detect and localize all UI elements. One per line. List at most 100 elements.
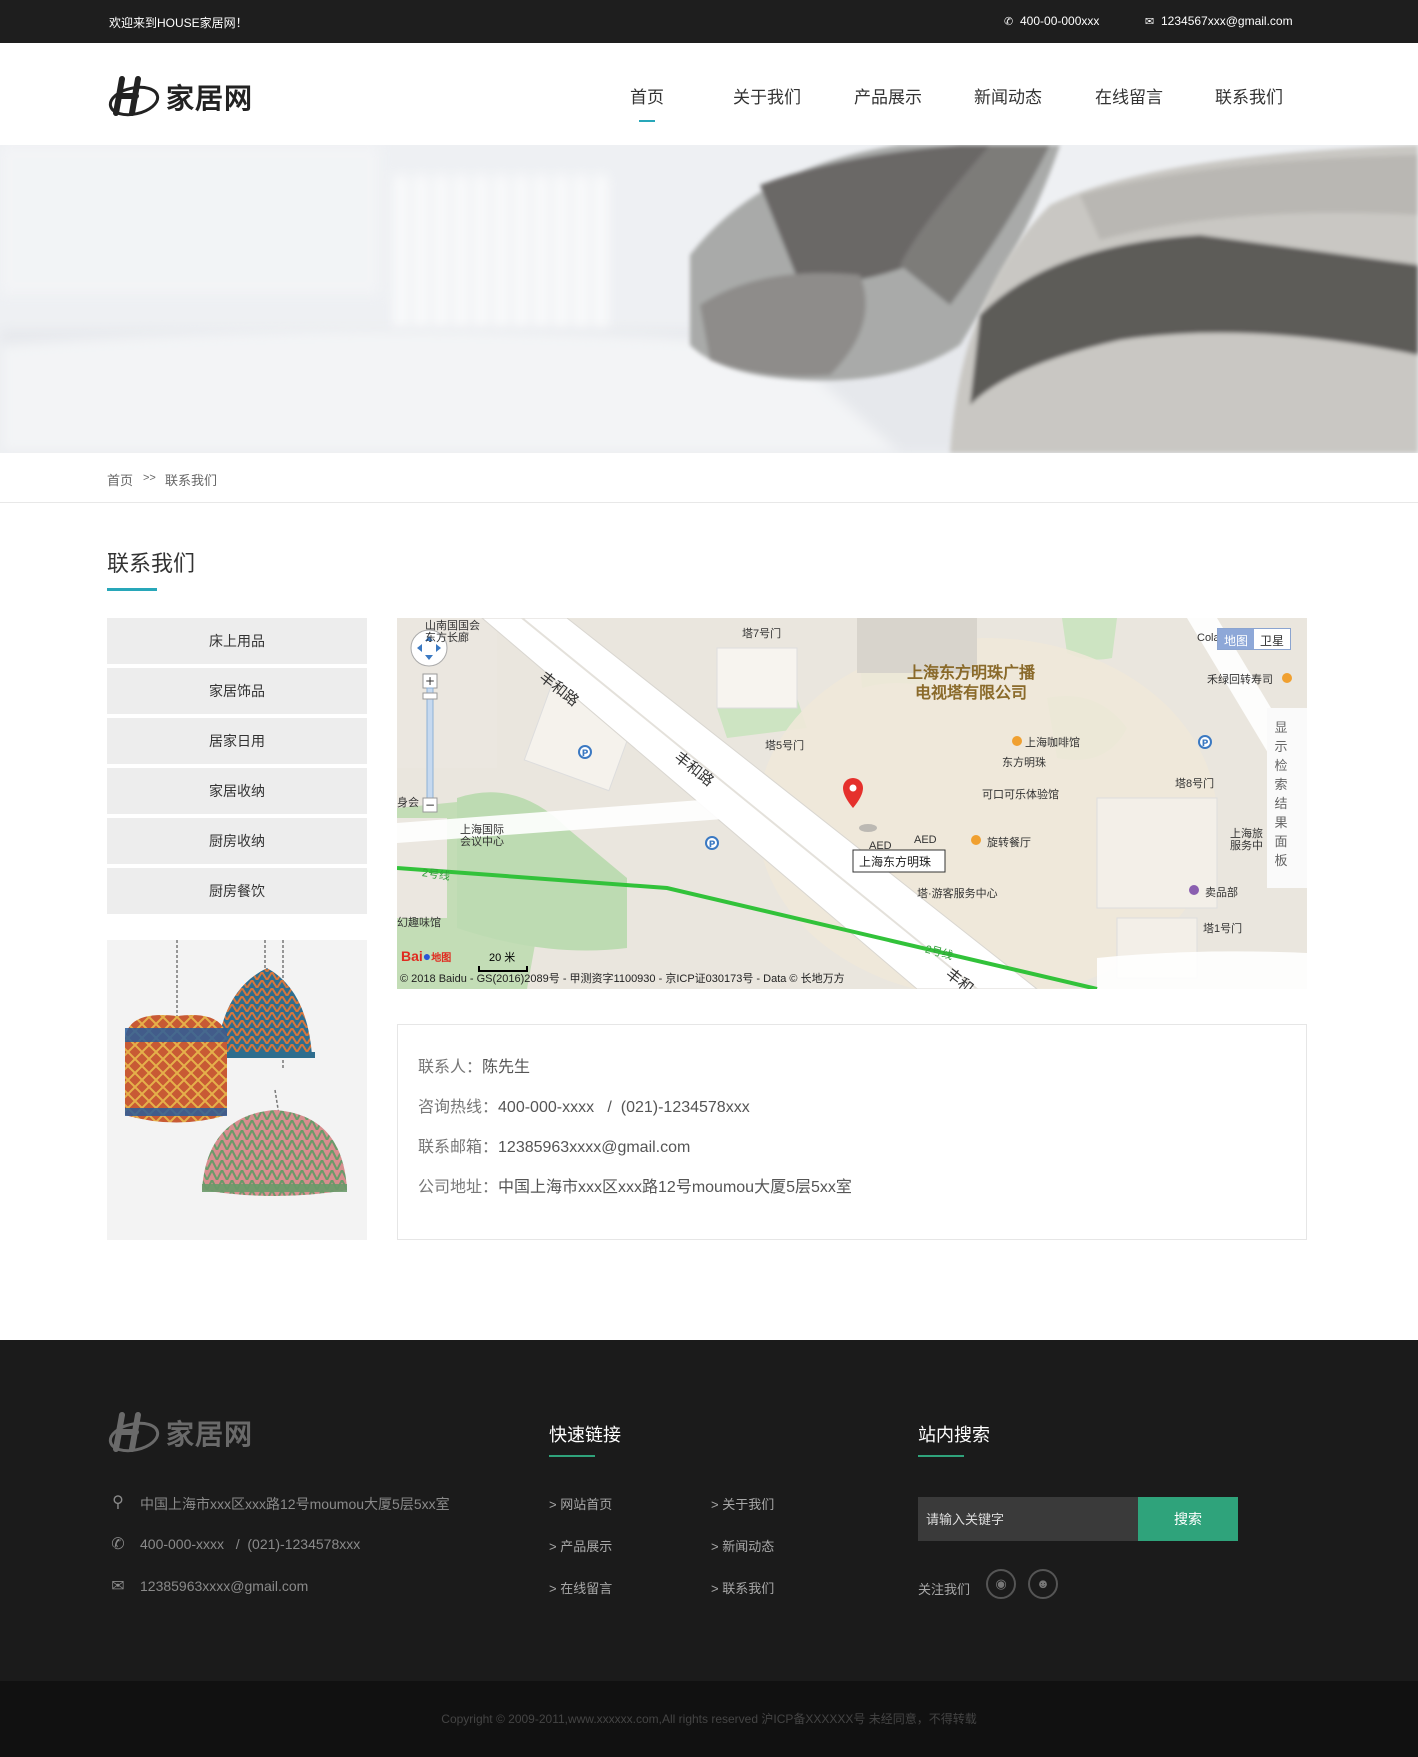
footer-link-home[interactable]: > 网站首页 <box>549 1494 612 1513</box>
nav-news[interactable]: 新闻动态 <box>974 83 1042 108</box>
site-header: 家居网 首页 关于我们 产品展示 新闻动态 在线留言 联系我们 <box>0 43 1418 145</box>
contact-email-row: 联系邮箱：12385963xxxx@gmail.com <box>418 1133 690 1157</box>
map-label-aed1[interactable]: AED <box>869 840 892 852</box>
follow-us-label: 关注我们 <box>918 1582 971 1597</box>
topbar-phone: ✆ 400-00-000xxx <box>1004 14 1099 28</box>
map-label-fun: 幻趣味馆 <box>397 917 441 929</box>
site-search-underline <box>918 1455 964 1457</box>
topbar-phone-text: 400-00-000xxx <box>1020 14 1100 28</box>
footer-search-button[interactable]: 搜索 <box>1138 1497 1238 1541</box>
banner-pillows-image <box>0 145 1418 453</box>
map-label-corner1-line1: 山南国国会 <box>425 620 480 632</box>
contact-email-label: 联系邮箱： <box>418 1139 499 1156</box>
contact-person: 陈先生 <box>482 1059 531 1076</box>
breadcrumb: 首页 >> 联系我们 <box>0 453 1418 503</box>
breadcrumb-current: 联系我们 <box>165 473 218 488</box>
top-bar: 欢迎来到HOUSE家居网！ ✆ 400-00-000xxx ✉ 1234567xxx… <box>0 0 1418 43</box>
map-label-coffee[interactable]: 上海咖啡馆 <box>1025 734 1080 750</box>
map-label-cola[interactable]: 可口可乐体验馆 <box>982 786 1059 802</box>
contact-person-label: 联系人： <box>418 1059 483 1076</box>
nav-about[interactable]: 关于我们 <box>733 83 801 108</box>
footer-search-input[interactable] <box>918 1497 1138 1541</box>
map-canvas[interactable]: + − P P P <box>397 618 1307 989</box>
map-label-dfmz[interactable]: 东方明珠 <box>1002 754 1046 770</box>
map-tab-satellite[interactable]: 卫星 <box>1254 629 1291 649</box>
location-icon: ⚲ <box>112 1494 124 1511</box>
footer-link-products[interactable]: > 产品展示 <box>549 1536 612 1555</box>
map-label-gate7[interactable]: 塔7号门 <box>742 625 781 641</box>
site-footer: 家居网 ⚲ 中国上海市xxx区xxx路12号moumou大厦5层5xx室 ✆ 4… <box>0 1340 1418 1681</box>
contact-phone-label: 咨询热线： <box>418 1099 499 1116</box>
baidu-logo-text: Bai <box>401 948 423 964</box>
map-label-pin[interactable]: 上海东方明珠 <box>859 853 931 870</box>
breadcrumb-separator: >> <box>143 472 156 484</box>
map-copyright: © 2018 Baidu - GS(2016)2089号 - 甲测资字11009… <box>400 973 845 985</box>
breadcrumb-home[interactable]: 首页 <box>107 470 133 489</box>
map-label-gate8[interactable]: 塔8号门 <box>1175 775 1214 791</box>
map-label-aed2[interactable]: AED <box>914 834 937 846</box>
logo-text: 家居网 <box>166 83 254 114</box>
map-label-gate5[interactable]: 塔5号门 <box>765 737 804 753</box>
map-label-rotating[interactable]: 旋转餐厅 <box>987 834 1031 850</box>
map-label-travel-line2: 服务中 <box>1230 840 1263 852</box>
sidebar-item-decor[interactable]: 家居饰品 <box>107 668 367 714</box>
copyright-bar: Copyright © 2009-2011,www.xxxxxx.com,All… <box>0 1681 1418 1757</box>
sidebar-item-kitchen-storage[interactable]: 厨房收纳 <box>107 818 367 864</box>
footer-logo-h-icon <box>108 1412 160 1453</box>
sidebar-item-bedding[interactable]: 床上用品 <box>107 618 367 664</box>
footer-email[interactable]: 12385963xxxx@gmail.com <box>140 1578 308 1594</box>
topbar-email-text[interactable]: 1234567xxx@gmail.com <box>1161 14 1293 28</box>
quick-links-underline <box>549 1455 595 1457</box>
phone-icon: ✆ <box>111 1536 125 1553</box>
map-label-travel[interactable]: 上海旅 服务中 <box>1230 828 1263 852</box>
map-label-corner1-line2: 东方长廊 <box>425 632 469 644</box>
contact-info-box: 联系人：陈先生 咨询热线：400-000-xxxx / (021)-123457… <box>397 1024 1307 1240</box>
contact-email[interactable]: 12385963xxxx@gmail.com <box>498 1139 690 1156</box>
sidebar-item-storage[interactable]: 家居收纳 <box>107 768 367 814</box>
footer-link-about[interactable]: > 关于我们 <box>711 1494 774 1513</box>
nav-message[interactable]: 在线留言 <box>1095 83 1163 108</box>
map-label-conf[interactable]: 上海国际 会议中心 <box>460 824 504 848</box>
map-label-travel-line1: 上海旅 <box>1230 828 1263 840</box>
nav-contact[interactable]: 联系我们 <box>1215 83 1283 108</box>
topbar-email[interactable]: ✉ 1234567xxx@gmail.com <box>1145 14 1293 28</box>
map-label-sushi[interactable]: 禾绿回转寿司 <box>1207 671 1273 687</box>
phone-icon: ✆ <box>1004 16 1014 28</box>
footer-link-message[interactable]: > 在线留言 <box>549 1578 612 1597</box>
map-label-conf-line1: 上海国际 <box>460 824 504 836</box>
sidebar-item-daily[interactable]: 居家日用 <box>107 718 367 764</box>
baidu-logo: Bai●地图 <box>401 948 451 964</box>
map-scale: 20 米 <box>489 952 516 964</box>
sidebar-lamps-image <box>107 940 367 1240</box>
contact-person-row: 联系人：陈先生 <box>418 1053 530 1077</box>
wechat-icon[interactable]: ☻ <box>1028 1569 1058 1599</box>
map-tab-map[interactable]: 地图 <box>1218 629 1255 649</box>
footer-phone: 400-000-xxxx / (021)-1234578xxx <box>140 1536 361 1552</box>
baidu-logo-map: 地图 <box>431 953 452 964</box>
baidu-map[interactable]: + − P P P 上海东方明珠广播 电视塔有限公司 丰和路 丰和路 丰和 上海… <box>397 618 1307 989</box>
sidebar-item-kitchen-dining[interactable]: 厨房餐饮 <box>107 868 367 914</box>
svg-text:P: P <box>1202 739 1209 749</box>
baidu-paw-icon: ● <box>422 948 432 964</box>
map-label-gate1[interactable]: 塔1号门 <box>1203 920 1242 936</box>
map-label-tourist[interactable]: 塔·游客服务中心 <box>917 885 998 901</box>
mail-icon: ✉ <box>111 1578 125 1595</box>
weibo-icon[interactable]: ◉ <box>986 1569 1016 1599</box>
footer-link-contact[interactable]: > 联系我们 <box>711 1578 774 1597</box>
map-label-tower-line1: 上海东方明珠广播 <box>907 665 1036 682</box>
logo-h-icon <box>108 76 160 117</box>
nav-products[interactable]: 产品展示 <box>854 83 922 108</box>
site-logo[interactable]: 家居网 <box>108 75 253 119</box>
map-label-tower-line2: 电视塔有限公司 <box>915 685 1028 702</box>
footer-link-news[interactable]: > 新闻动态 <box>711 1536 774 1555</box>
nav-home[interactable]: 首页 <box>630 83 664 122</box>
map-label-shop[interactable]: 卖品部 <box>1205 884 1238 900</box>
map-label-conf-line2: 会议中心 <box>460 836 504 848</box>
svg-text:−: − <box>425 798 435 812</box>
title-underline <box>107 588 157 591</box>
contact-address: 中国上海市xxx区xxx路12号moumou大厦5层5xx室 <box>498 1179 852 1196</box>
footer-logo[interactable]: 家居网 <box>108 1411 253 1455</box>
map-label-corner1: 山南国国会 东方长廊 <box>425 620 480 644</box>
show-search-panel[interactable]: 显示检索结果面板 <box>1273 718 1289 870</box>
contact-address-label: 公司地址： <box>418 1179 499 1196</box>
